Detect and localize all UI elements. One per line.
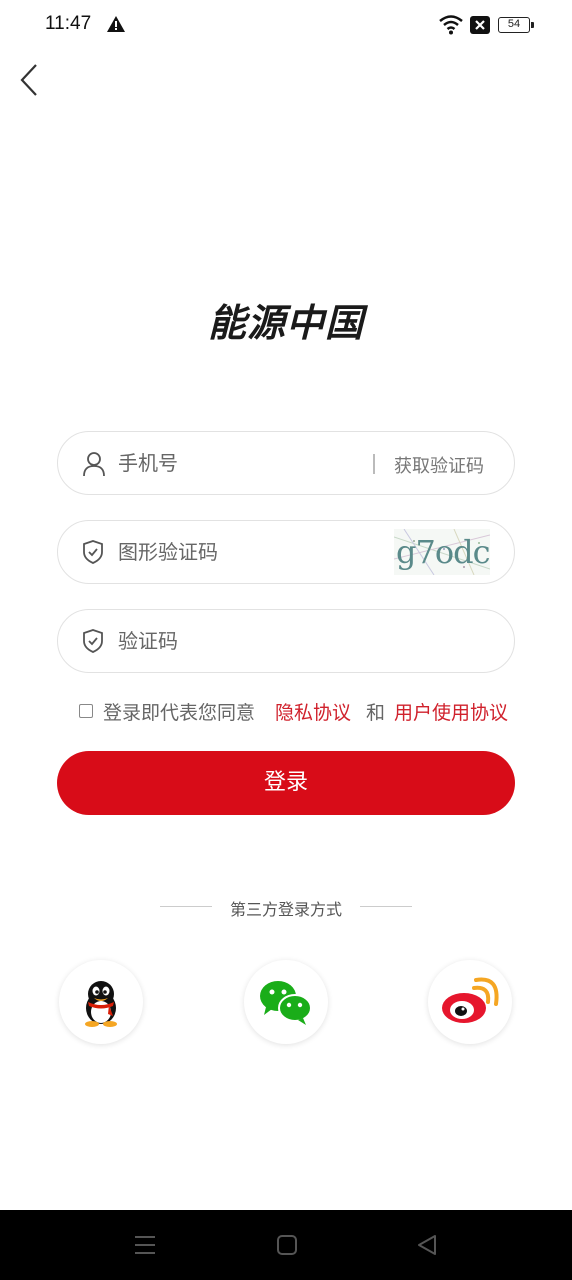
user-agreement-link[interactable]: 用户使用协议 bbox=[394, 698, 508, 725]
wifi-icon bbox=[439, 15, 463, 35]
captcha-image[interactable]: g7odc bbox=[394, 529, 490, 575]
chevron-left-icon bbox=[20, 64, 37, 96]
divider-line-right bbox=[360, 906, 412, 907]
privacy-link[interactable]: 隐私协议 bbox=[275, 698, 351, 725]
login-button[interactable]: 登录 bbox=[57, 751, 515, 815]
sms-code-input[interactable] bbox=[118, 624, 478, 658]
wechat-login-button[interactable] bbox=[244, 960, 328, 1044]
captcha-input[interactable] bbox=[118, 535, 368, 569]
agreement-and: 和 bbox=[366, 702, 386, 724]
qq-login-button[interactable] bbox=[59, 960, 143, 1044]
sms-code-field bbox=[57, 609, 515, 673]
qq-icon bbox=[85, 981, 117, 1027]
agreement-text: 登录即代表您同意 bbox=[103, 702, 256, 724]
battery-icon: 54 bbox=[498, 17, 530, 33]
back-nav-icon[interactable] bbox=[416, 1233, 438, 1257]
third-party-title: 第三方登录方式 bbox=[229, 900, 342, 919]
no-sim-icon bbox=[470, 16, 490, 34]
third-party-divider: 第三方登录方式 bbox=[160, 894, 412, 920]
agreement-checkbox[interactable] bbox=[79, 704, 93, 718]
warning-icon bbox=[107, 16, 125, 32]
shield-check-icon bbox=[83, 629, 103, 653]
field-divider bbox=[373, 454, 375, 474]
back-button[interactable] bbox=[14, 60, 50, 100]
get-code-button[interactable]: 获取验证码 bbox=[394, 452, 484, 478]
status-bar: 11:47 54 bbox=[0, 0, 572, 52]
captcha-text: g7odc bbox=[396, 533, 490, 571]
menu-icon[interactable] bbox=[134, 1233, 156, 1257]
phone-field: 获取验证码 bbox=[57, 431, 515, 495]
user-icon bbox=[83, 452, 105, 477]
battery-tip bbox=[531, 22, 534, 28]
system-nav-bar bbox=[0, 1210, 572, 1280]
weibo-login-button[interactable] bbox=[428, 960, 512, 1044]
wechat-icon bbox=[260, 981, 312, 1025]
captcha-field: g7odc bbox=[57, 520, 515, 584]
app-logo: 能源中国 bbox=[207, 301, 364, 345]
phone-input[interactable] bbox=[118, 446, 358, 480]
status-time: 11:47 bbox=[45, 13, 92, 34]
weibo-icon bbox=[442, 977, 499, 1023]
home-icon[interactable] bbox=[276, 1233, 298, 1257]
shield-check-icon bbox=[83, 540, 103, 564]
